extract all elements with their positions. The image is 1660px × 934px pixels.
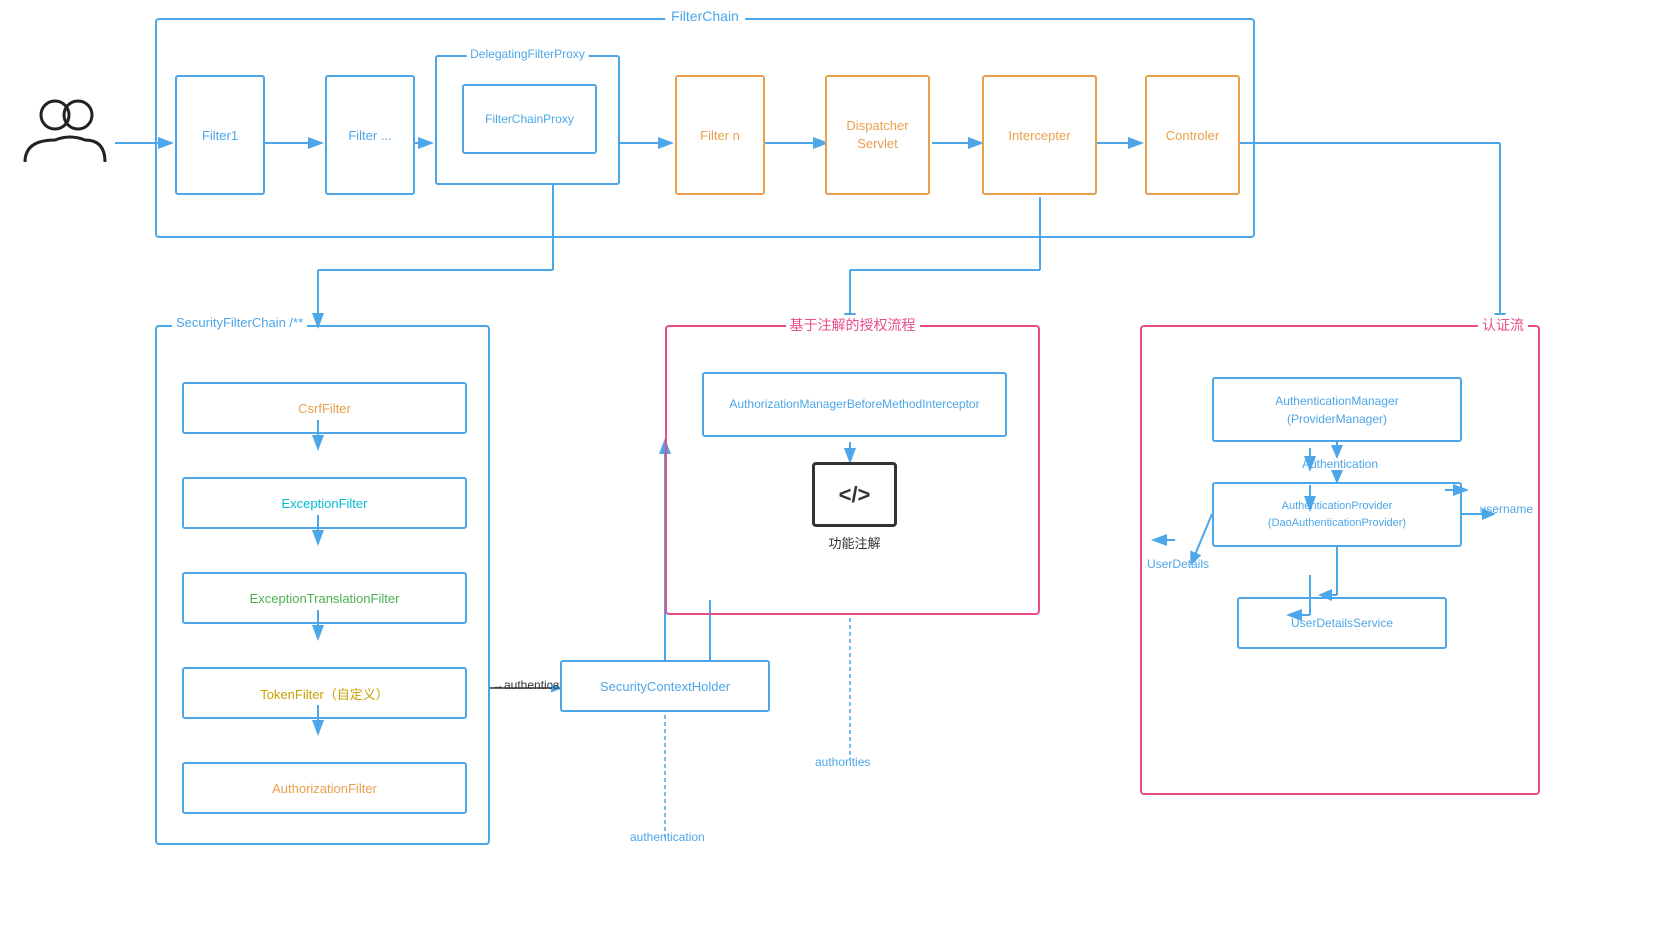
- token-filter-label: TokenFilter（自定义）: [260, 684, 389, 703]
- controller-box: Controler: [1145, 75, 1240, 195]
- user-details-service-box: UserDetailsService: [1237, 597, 1447, 649]
- filter-n-box: Filter n: [675, 75, 765, 195]
- authentication-provider-box: AuthenticationProvider(DaoAuthentication…: [1212, 482, 1462, 547]
- delegating-proxy-label: DelegatingFilterProxy: [466, 47, 589, 61]
- authentication-manager-box: AuthenticationManager(ProviderManager): [1212, 377, 1462, 442]
- user-icon: [20, 90, 110, 170]
- auth-flow-box: 认证流 AuthenticationManager(ProviderManage…: [1140, 325, 1540, 795]
- filter1-box: Filter1: [175, 75, 265, 195]
- exception-translation-filter-box: ExceptionTranslationFilter: [182, 572, 467, 624]
- code-bracket-icon: </>: [812, 462, 897, 527]
- auth-flow-label: 认证流: [1478, 315, 1528, 335]
- filter2-label: Filter ...: [348, 128, 391, 143]
- code-annotation-label: 功能注解: [828, 533, 880, 552]
- token-filter-box: TokenFilter（自定义）: [182, 667, 467, 719]
- security-context-holder-label: SecurityContextHolder: [600, 679, 730, 694]
- security-filter-chain-box: SecurityFilterChain /** CsrfFilter Excep…: [155, 325, 490, 845]
- exception-translation-label: ExceptionTranslationFilter: [250, 591, 400, 606]
- security-context-holder-box: SecurityContextHolder: [560, 660, 770, 712]
- csrf-filter-label: CsrfFilter: [298, 401, 351, 416]
- authentication-provider-label: AuthenticationProvider(DaoAuthentication…: [1268, 498, 1406, 531]
- annotation-auth-box: 基于注解的授权流程 AuthorizationManagerBeforeMeth…: [665, 325, 1040, 615]
- exception-filter-box: ExceptionFilter: [182, 477, 467, 529]
- authentication-bottom-label: authentication: [630, 830, 705, 844]
- authorities-label: authorities: [815, 755, 870, 769]
- security-filter-chain-label: SecurityFilterChain /**: [172, 315, 307, 330]
- username-label: username: [1480, 502, 1533, 516]
- annotation-box-label: 基于注解的授权流程: [786, 315, 920, 335]
- authorization-manager-interceptor-box: AuthorizationManagerBeforeMethodIntercep…: [702, 372, 1007, 437]
- authorization-filter-box: AuthorizationFilter: [182, 762, 467, 814]
- intercepter-label: Intercepter: [1008, 128, 1070, 143]
- filter-chain-proxy-box: FilterChainProxy: [462, 84, 597, 154]
- user-details-service-label: UserDetailsService: [1291, 616, 1393, 630]
- filter-n-label: Filter n: [700, 128, 740, 143]
- filter-chain-proxy-label: FilterChainProxy: [485, 112, 574, 126]
- authentication-manager-label: AuthenticationManager(ProviderManager): [1275, 392, 1398, 428]
- controller-label: Controler: [1166, 128, 1219, 143]
- exception-filter-label: ExceptionFilter: [282, 496, 368, 511]
- authorization-manager-interceptor-label: AuthorizationManagerBeforeMethodIntercep…: [729, 396, 979, 413]
- code-annotation-icon: </> 功能注解: [797, 462, 912, 552]
- dispatcher-servlet-label: DispatcherServlet: [846, 117, 908, 153]
- filter2-box: Filter ...: [325, 75, 415, 195]
- dispatcher-servlet-box: DispatcherServlet: [825, 75, 930, 195]
- authorization-filter-label: AuthorizationFilter: [272, 781, 377, 796]
- intercepter-box: Intercepter: [982, 75, 1097, 195]
- filterchain-label: FilterChain: [665, 8, 745, 24]
- csrf-filter-box: CsrfFilter: [182, 382, 467, 434]
- filter1-label: Filter1: [202, 128, 238, 143]
- delegating-filter-proxy-box: DelegatingFilterProxy FilterChainProxy: [435, 55, 620, 185]
- authentication-flow-label: Authentication: [1302, 457, 1378, 471]
- user-details-label: UserDetails: [1147, 557, 1209, 571]
